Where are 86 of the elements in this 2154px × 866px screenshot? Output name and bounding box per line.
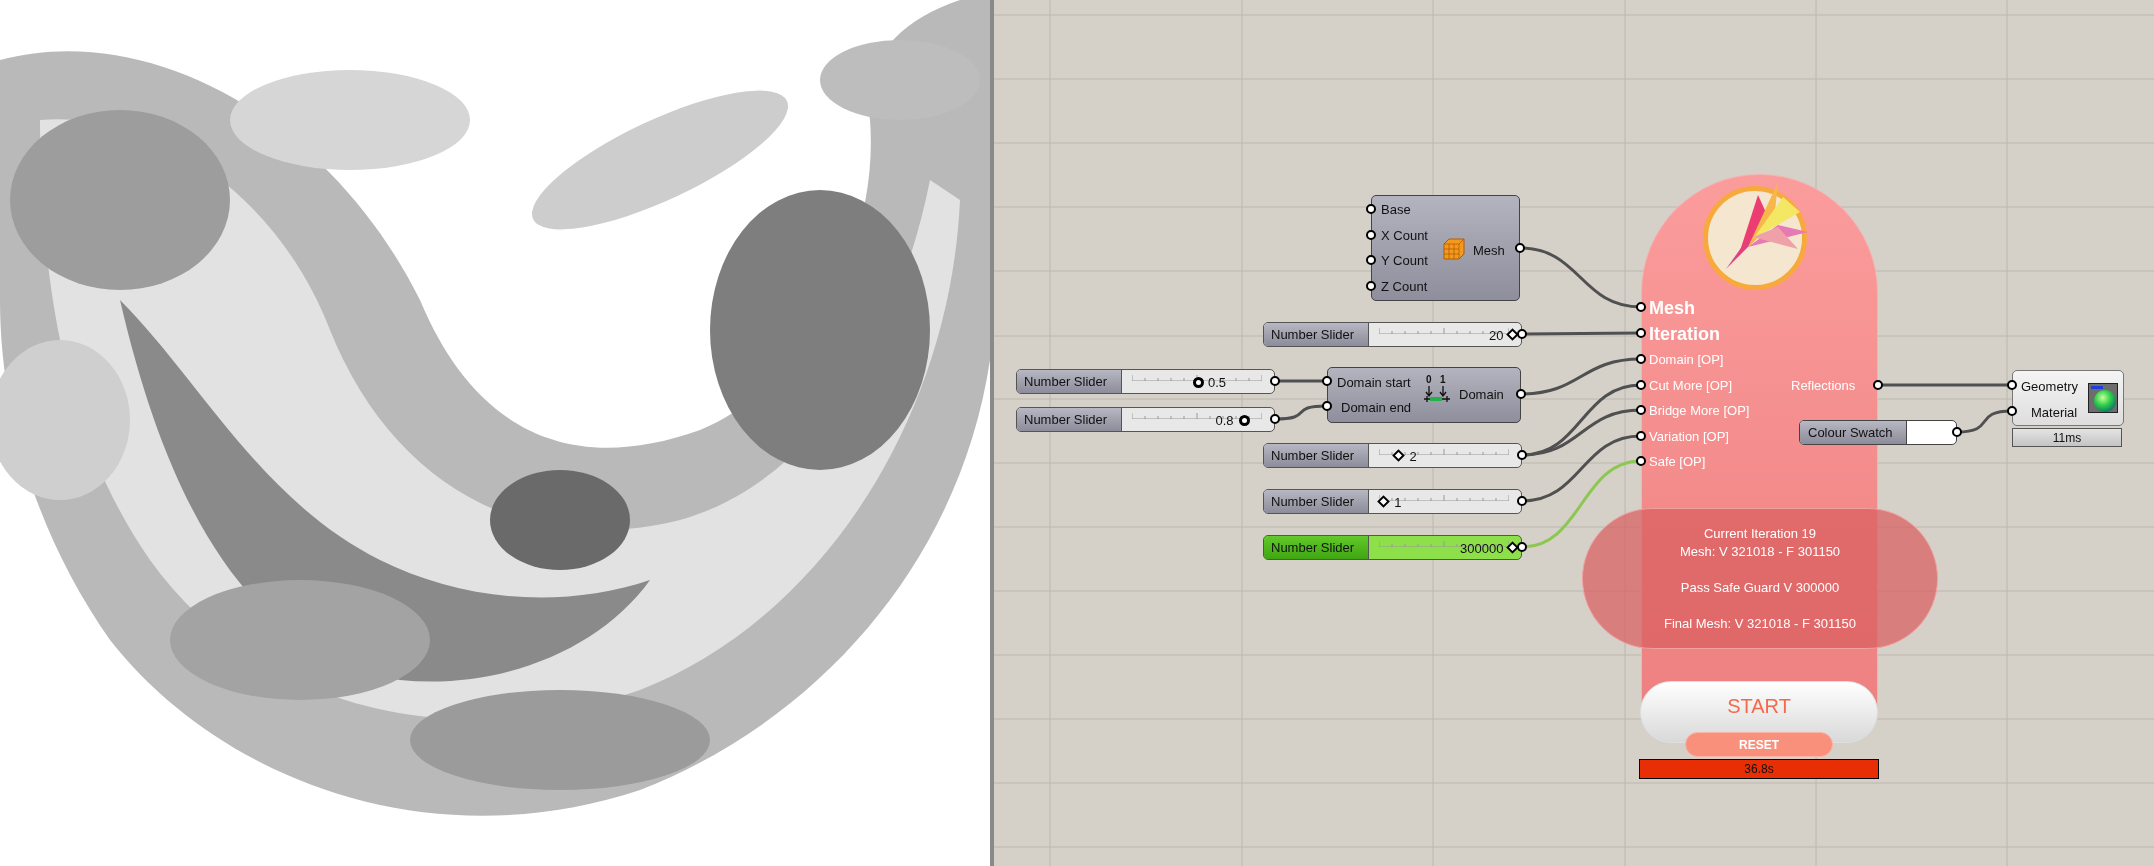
output-label: Reflections — [1791, 377, 1856, 395]
slider-value: 1 — [1394, 494, 1402, 512]
port-icon[interactable] — [1636, 380, 1646, 390]
port-icon[interactable] — [1636, 328, 1646, 338]
domain-component[interactable]: Domain start Domain end 0 1 Domain — [1327, 367, 1521, 423]
port-icon[interactable] — [1517, 329, 1527, 339]
port-icon[interactable] — [1517, 450, 1527, 460]
slider-label: Number Slider — [1264, 323, 1369, 346]
cube-icon — [1442, 237, 1466, 261]
port-icon[interactable] — [1636, 405, 1646, 415]
number-slider[interactable]: Number Slider 1 — [1263, 489, 1522, 514]
port-icon[interactable] — [1366, 280, 1376, 291]
input-label: X Count — [1381, 226, 1428, 245]
slider-label: Number Slider — [1264, 444, 1369, 467]
port-icon[interactable] — [1517, 496, 1527, 506]
port-icon[interactable] — [1636, 431, 1646, 441]
info-text: Pass Safe Guard V 300000 — [1680, 578, 1840, 597]
number-slider[interactable]: Number Slider 0.8 — [1016, 407, 1275, 432]
input-label: Y Count — [1381, 252, 1428, 270]
port-icon[interactable] — [1366, 255, 1376, 265]
port-icon[interactable] — [1517, 542, 1527, 552]
port-icon[interactable] — [1952, 427, 1962, 437]
slider-grip[interactable] — [1238, 415, 1250, 426]
slider-track[interactable]: 20 — [1369, 323, 1521, 346]
port-icon[interactable] — [1322, 376, 1332, 386]
number-slider[interactable]: Number Slider 0.5 — [1016, 369, 1275, 394]
port-icon[interactable] — [2007, 380, 2017, 390]
input-label: Z Count — [1381, 277, 1428, 296]
slider-value: 300000 — [1460, 540, 1504, 558]
number-slider[interactable]: Number Slider 2 — [1263, 443, 1522, 468]
input-label: Safe [OP] — [1649, 453, 1706, 471]
port-icon[interactable] — [1636, 302, 1646, 312]
port-icon[interactable] — [1366, 204, 1376, 214]
slider-label: Number Slider — [1264, 536, 1369, 559]
number-slider[interactable]: Number Slider 20 — [1263, 322, 1522, 347]
input-label: Domain [OP] — [1649, 351, 1724, 369]
port-icon[interactable] — [1322, 401, 1332, 411]
port-icon[interactable] — [1366, 229, 1376, 240]
slider-grip[interactable] — [1193, 377, 1204, 388]
slider-label: Number Slider — [1264, 490, 1369, 513]
slider-track[interactable]: 300000 — [1369, 536, 1521, 559]
input-label: Material — [2031, 404, 2078, 422]
runtime-bar: 11ms — [2012, 428, 2122, 447]
runtime-bar: 36.8s — [1639, 759, 1879, 779]
slider-track[interactable]: 0.8 — [1122, 408, 1274, 431]
input-label: Base — [1381, 201, 1411, 219]
port-icon[interactable] — [1636, 354, 1646, 364]
port-icon[interactable] — [1270, 414, 1280, 424]
port-icon[interactable] — [1873, 380, 1883, 390]
swatch-label: Colour Swatch — [1800, 421, 1907, 444]
port-icon[interactable] — [1636, 456, 1646, 466]
input-label: Domain start — [1337, 374, 1411, 392]
component-title: Iteration — [1649, 323, 1720, 346]
slider-label: Number Slider — [1017, 408, 1122, 431]
input-label: Geometry — [2021, 378, 2079, 396]
render-component[interactable]: Geometry Material — [2012, 370, 2124, 426]
port-icon[interactable] — [1270, 376, 1280, 386]
range-end-label: 1 — [1440, 375, 1446, 385]
port-icon[interactable] — [2007, 406, 2017, 416]
slider-track[interactable]: 2 — [1369, 444, 1521, 467]
output-label: Mesh — [1473, 242, 1505, 260]
slider-track[interactable]: 0.5 — [1122, 370, 1274, 393]
number-slider[interactable]: Number Slider 300000 — [1263, 535, 1522, 560]
slider-value: 0.5 — [1208, 374, 1227, 392]
output-label: Domain — [1459, 386, 1504, 404]
slider-grip[interactable] — [1377, 495, 1391, 508]
range-icon — [1424, 386, 1450, 404]
input-label: Cut More [OP] — [1649, 377, 1733, 395]
slider-label: Number Slider — [1017, 370, 1122, 393]
slider-value: 20 — [1488, 327, 1504, 345]
component-title: Mesh — [1649, 297, 1695, 320]
slider-track[interactable]: 1 — [1369, 490, 1521, 513]
colour-swatch[interactable]: Colour Swatch — [1799, 420, 1957, 445]
info-text: Final Mesh: V 321018 - F 301150 — [1664, 614, 1856, 633]
port-icon[interactable] — [1516, 389, 1526, 399]
input-label: Bridge More [OP] — [1649, 402, 1750, 420]
port-icon[interactable] — [1515, 243, 1525, 253]
info-text: Mesh: V 321018 - F 301150 — [1679, 542, 1841, 561]
info-text: Current Iteration 19 — [1704, 524, 1816, 543]
mesh-box-component[interactable]: Base X Count Y Count Z Count Mesh — [1371, 195, 1520, 301]
input-label: Variation [OP] — [1649, 428, 1729, 446]
slider-value: 2 — [1409, 448, 1417, 466]
input-label: Domain end — [1341, 399, 1412, 417]
slider-value: 0.8 — [1215, 412, 1234, 430]
slider-grip[interactable] — [1392, 449, 1406, 462]
range-end-label: 0 — [1426, 375, 1432, 385]
